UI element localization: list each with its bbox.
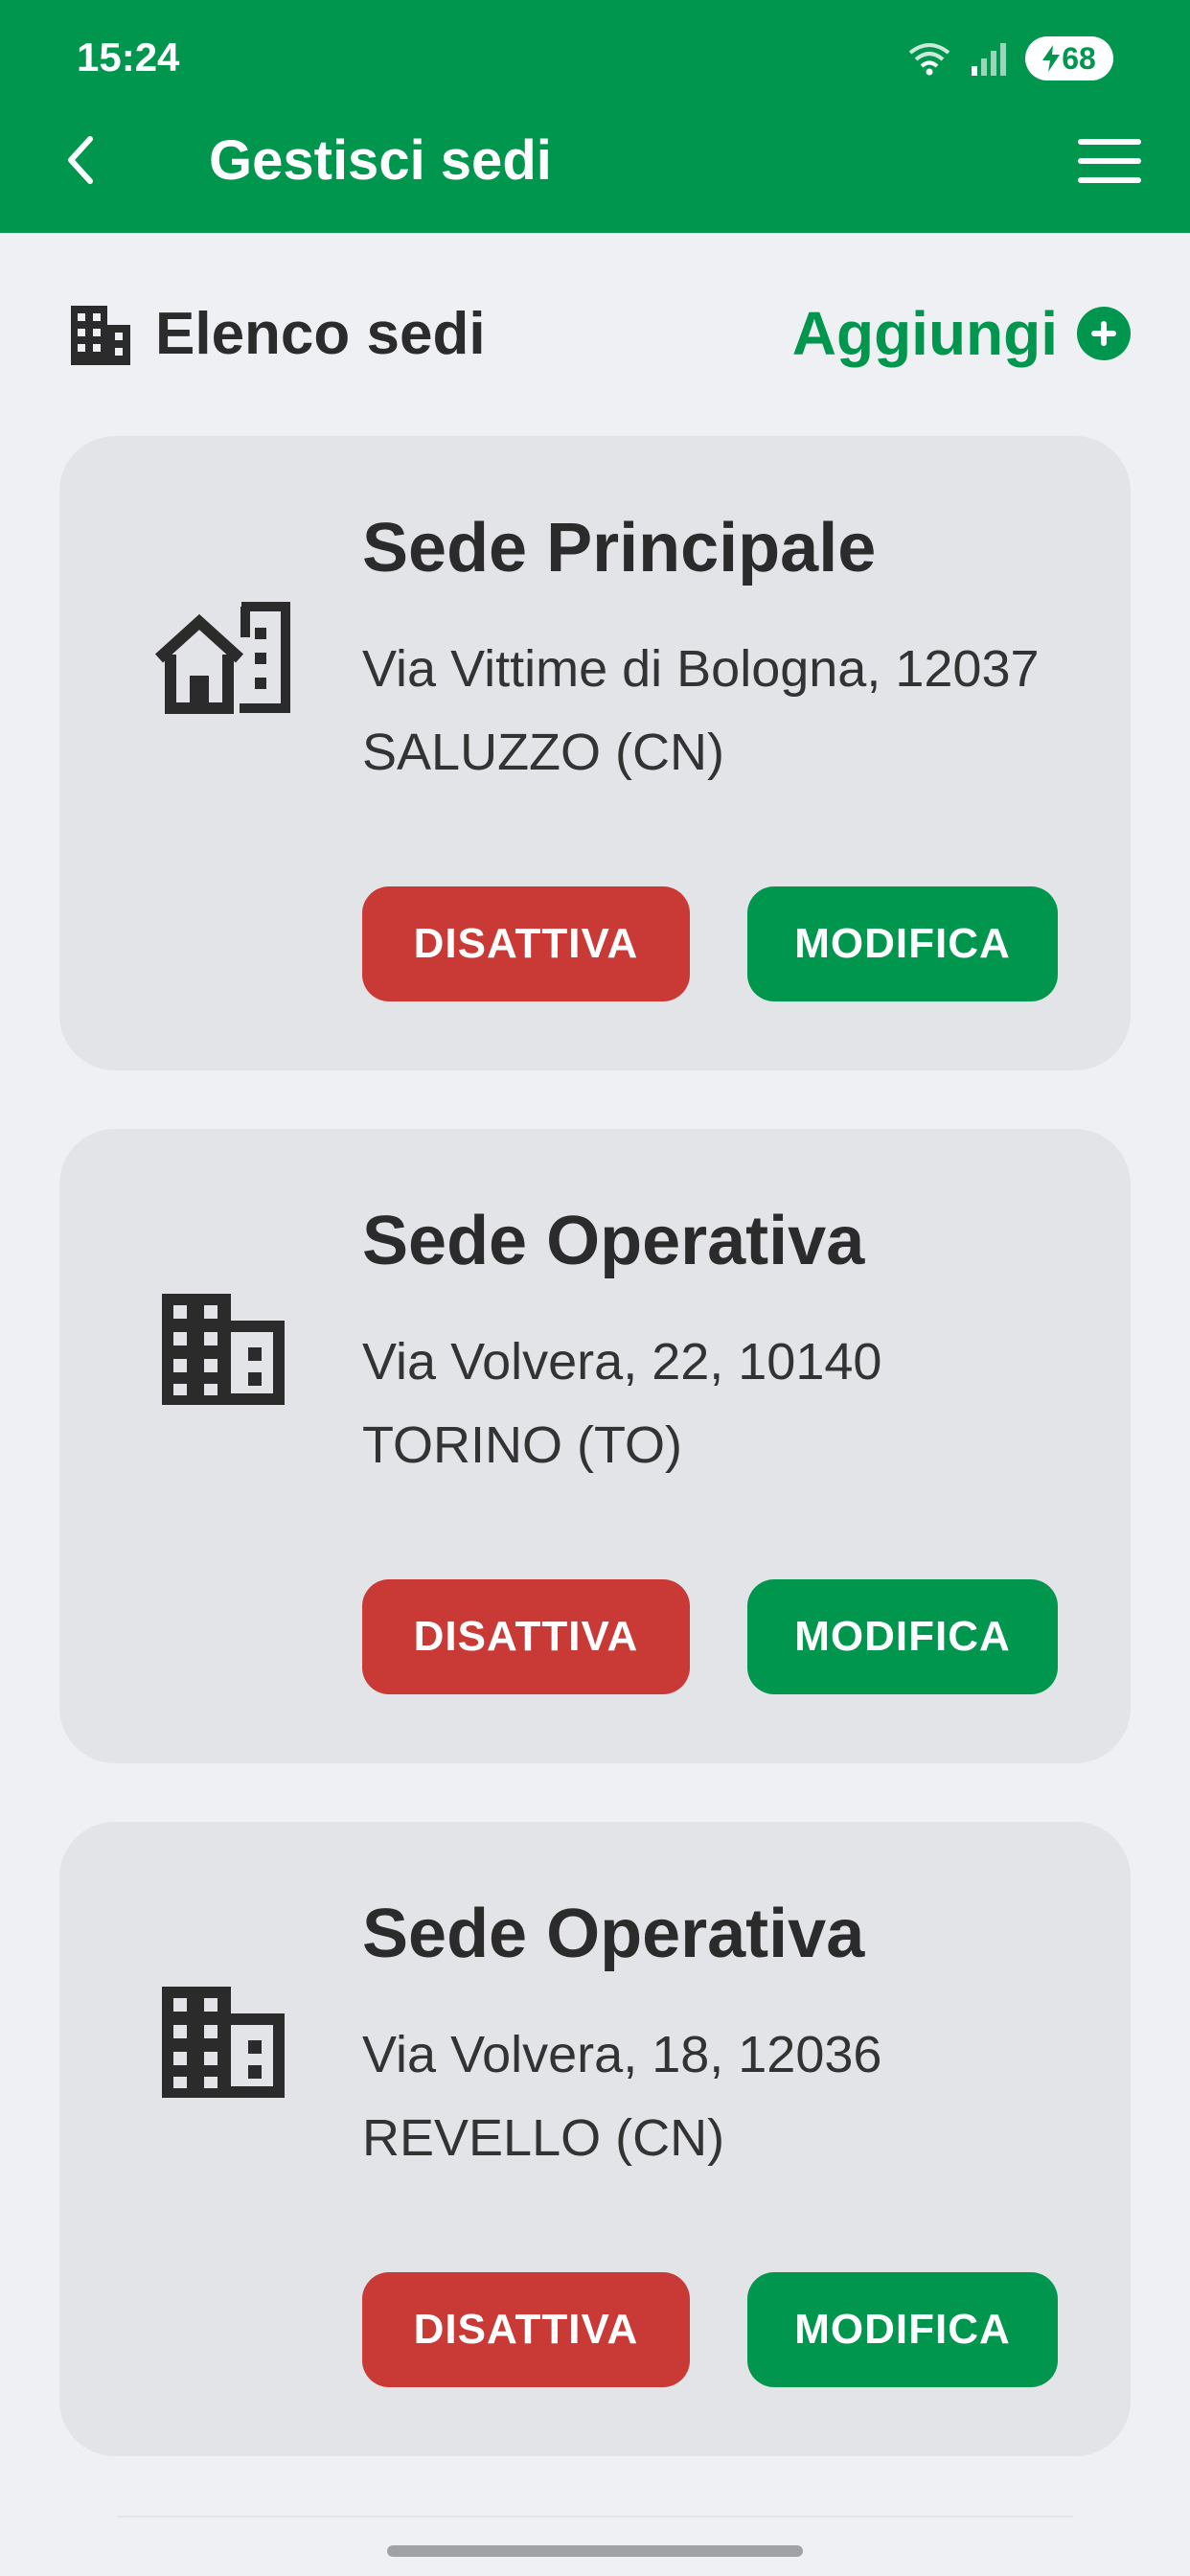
deactivate-button[interactable]: DISATTIVA xyxy=(362,886,690,1001)
house-building-icon xyxy=(132,580,314,733)
buildings-icon xyxy=(71,306,130,365)
status-time: 15:24 xyxy=(77,34,180,80)
site-address: Via Volvera, 18, 12036 REVELLO (CN) xyxy=(362,2026,882,2167)
site-card: Sede Operativa Via Volvera, 22, 10140 TO… xyxy=(59,1129,1131,1763)
home-indicator[interactable] xyxy=(387,2545,803,2557)
section-title: Elenco sedi xyxy=(155,300,486,367)
status-icons: 68 xyxy=(906,34,1113,82)
signal-icon xyxy=(972,43,1006,76)
list-divider xyxy=(117,2516,1073,2518)
chevron-left-icon xyxy=(68,136,93,184)
deactivate-button[interactable]: DISATTIVA xyxy=(362,1579,690,1694)
edit-button[interactable]: MODIFICA xyxy=(747,2272,1058,2387)
battery-level: 68 xyxy=(1062,40,1096,76)
hamburger-menu-icon xyxy=(1078,139,1141,183)
office-building-icon xyxy=(132,1966,314,2119)
site-address: Via Vittime di Bologna, 12037 SALUZZO (C… xyxy=(362,640,1040,781)
charging-bolt-icon xyxy=(1042,45,1061,72)
page-title: Gestisci sedi xyxy=(209,129,552,192)
section-header: Elenco sedi Aggiungi xyxy=(67,288,1131,380)
wifi-icon xyxy=(908,43,950,76)
add-site-button[interactable]: Aggiungi xyxy=(792,298,1131,369)
edit-button[interactable]: MODIFICA xyxy=(747,1579,1058,1694)
add-site-label: Aggiungi xyxy=(791,299,1058,368)
site-name: Sede Principale xyxy=(362,510,877,586)
office-building-icon xyxy=(132,1273,314,1426)
plus-circle-icon xyxy=(1077,307,1131,360)
section-heading: Elenco sedi xyxy=(67,300,486,368)
site-card: Sede Operativa Via Volvera, 18, 12036 RE… xyxy=(59,1822,1131,2456)
site-card: Sede Principale Via Vittime di Bologna, … xyxy=(59,436,1131,1070)
site-address: Via Volvera, 22, 10140 TORINO (TO) xyxy=(362,1333,882,1474)
menu-button[interactable] xyxy=(1067,132,1152,190)
battery-indicator: 68 xyxy=(1025,36,1113,80)
edit-button[interactable]: MODIFICA xyxy=(747,886,1058,1001)
app-header: 15:24 68 Gestisci sedi xyxy=(0,0,1190,233)
site-name: Sede Operativa xyxy=(362,1203,865,1279)
deactivate-button[interactable]: DISATTIVA xyxy=(362,2272,690,2387)
back-button[interactable] xyxy=(56,126,103,194)
site-name: Sede Operativa xyxy=(362,1896,865,1972)
